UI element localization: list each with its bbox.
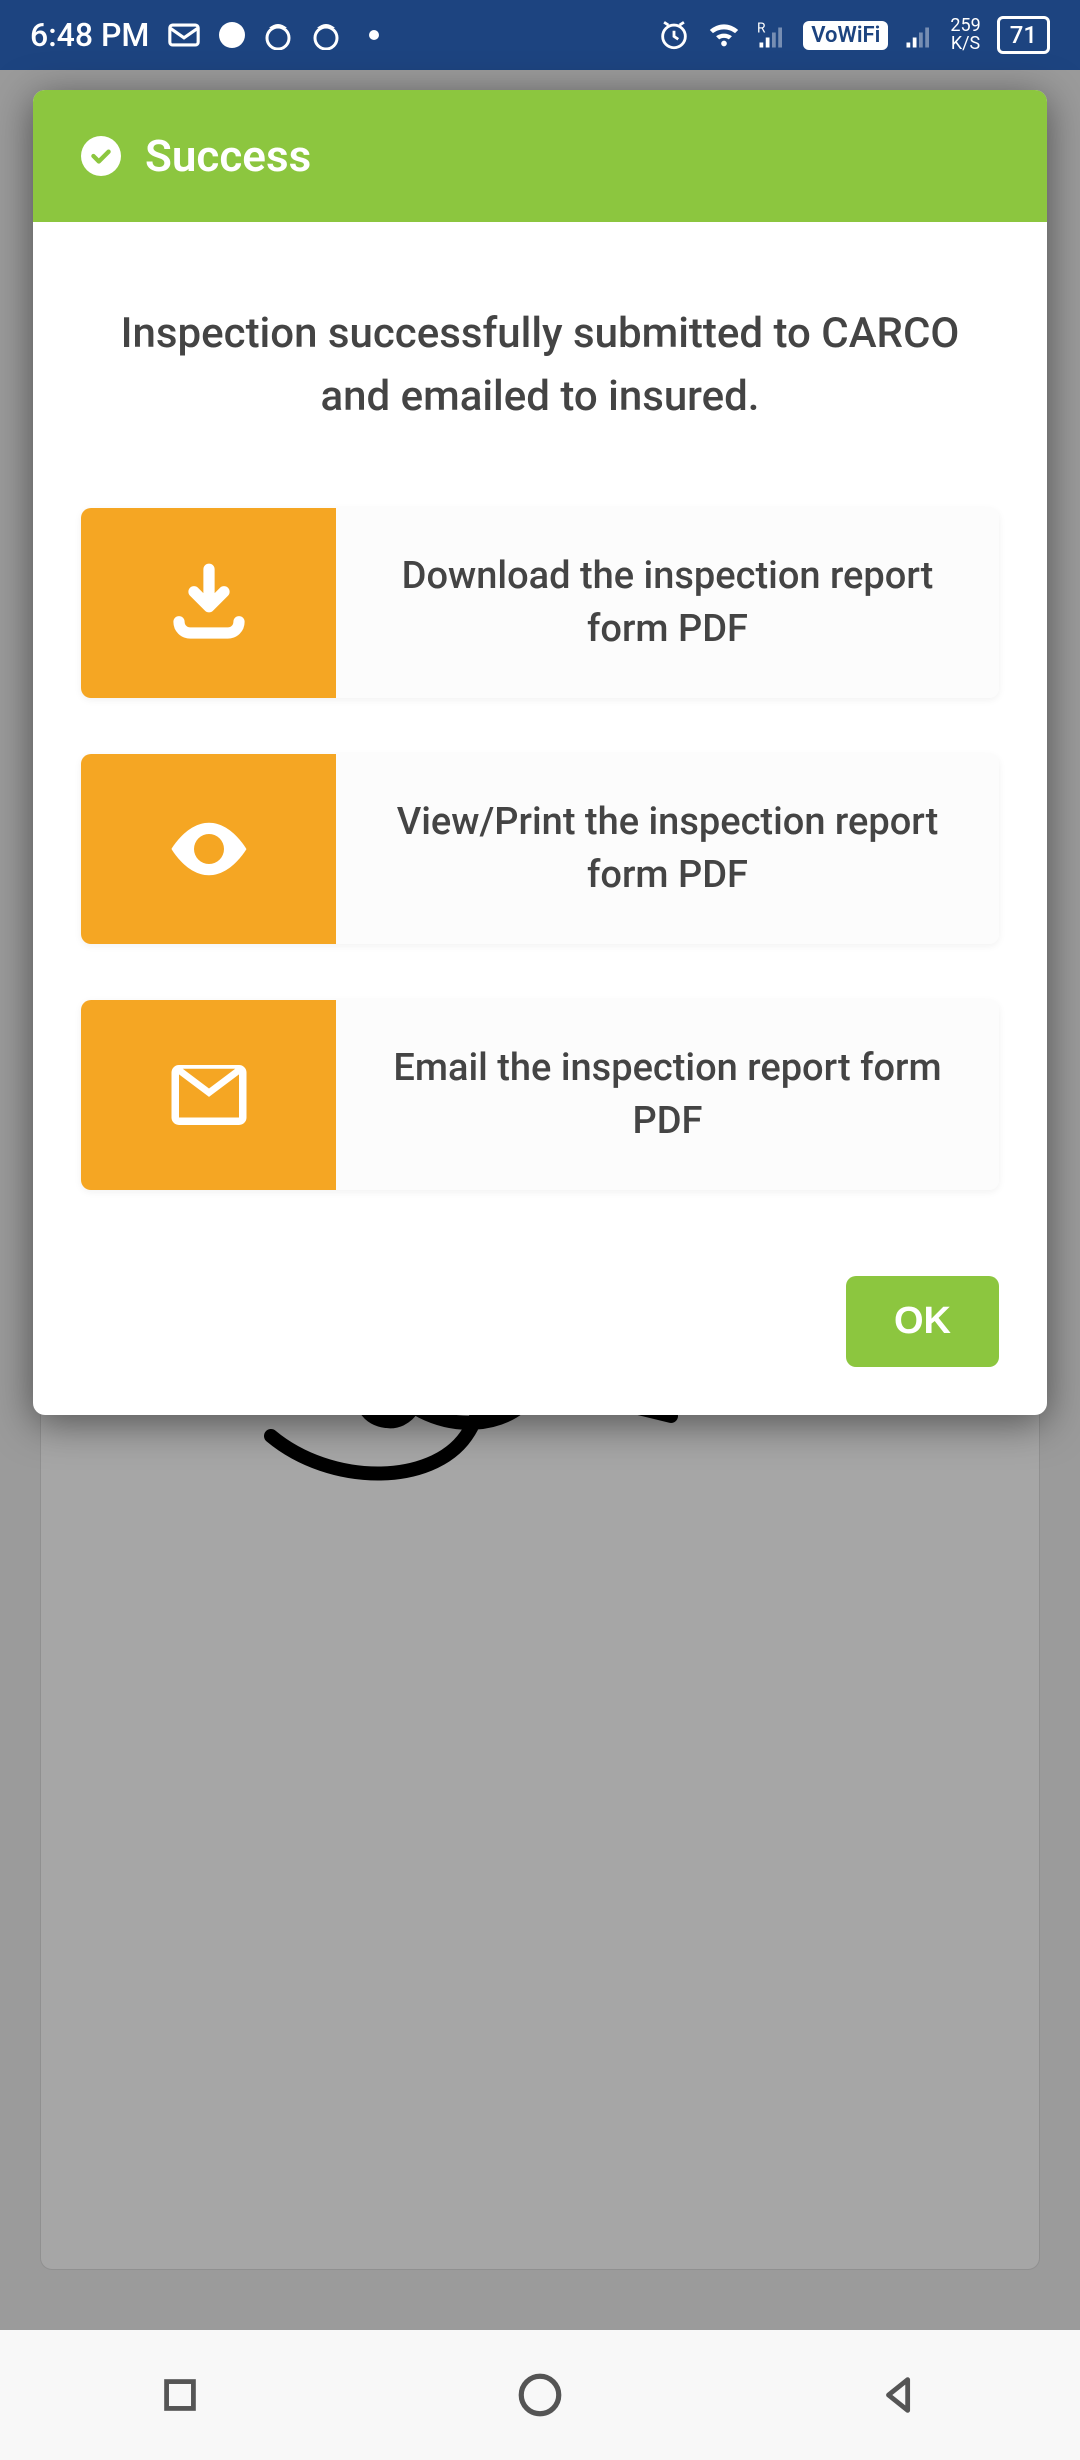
network-speed: 259 K/S bbox=[950, 17, 980, 53]
content-area: Date inspection performed : 05/31/2024 I… bbox=[0, 70, 1080, 2330]
dot-icon bbox=[219, 22, 245, 48]
speed-unit: K/S bbox=[951, 33, 980, 54]
svg-text:R: R bbox=[757, 21, 766, 37]
dialog-title: Success bbox=[145, 130, 311, 182]
ok-button[interactable]: OK bbox=[846, 1276, 999, 1367]
email-pdf-button[interactable]: Email the inspection report form PDF bbox=[81, 1000, 999, 1190]
app-icon-1 bbox=[263, 20, 293, 50]
status-right: R VoWiFi 259 K/S 71 bbox=[657, 16, 1050, 54]
gmail-icon bbox=[167, 18, 201, 52]
eye-icon bbox=[81, 754, 336, 944]
home-button[interactable] bbox=[510, 2365, 570, 2425]
vowifi-badge: VoWiFi bbox=[803, 21, 888, 50]
dialog-message: Inspection successfully submitted to CAR… bbox=[81, 302, 999, 428]
back-button[interactable] bbox=[870, 2365, 930, 2425]
wifi-icon bbox=[707, 18, 741, 52]
view-print-pdf-button[interactable]: View/Print the inspection report form PD… bbox=[81, 754, 999, 944]
signal-icon bbox=[904, 20, 934, 50]
app-icon-2 bbox=[311, 20, 341, 50]
small-dot-icon bbox=[369, 30, 379, 40]
check-circle-icon bbox=[81, 136, 121, 176]
download-icon bbox=[81, 508, 336, 698]
battery-indicator: 71 bbox=[997, 16, 1050, 54]
dialog-header: Success bbox=[33, 90, 1047, 222]
status-left: 6:48 PM bbox=[30, 16, 379, 54]
dialog-footer: OK bbox=[81, 1246, 999, 1367]
recent-apps-button[interactable] bbox=[150, 2365, 210, 2425]
signal-r-icon: R bbox=[757, 20, 787, 50]
mail-icon bbox=[81, 1000, 336, 1190]
download-pdf-button[interactable]: Download the inspection report form PDF bbox=[81, 508, 999, 698]
email-label: Email the inspection report form PDF bbox=[336, 1000, 999, 1190]
navigation-bar bbox=[0, 2330, 1080, 2460]
status-bar: 6:48 PM R VoWiFi 259 bbox=[0, 0, 1080, 70]
success-dialog: Success Inspection successfully submitte… bbox=[33, 90, 1047, 1415]
alarm-icon bbox=[657, 18, 691, 52]
view-print-label: View/Print the inspection report form PD… bbox=[336, 754, 999, 944]
download-label: Download the inspection report form PDF bbox=[336, 508, 999, 698]
dialog-body: Inspection successfully submitted to CAR… bbox=[33, 222, 1047, 1415]
status-time: 6:48 PM bbox=[30, 16, 149, 54]
